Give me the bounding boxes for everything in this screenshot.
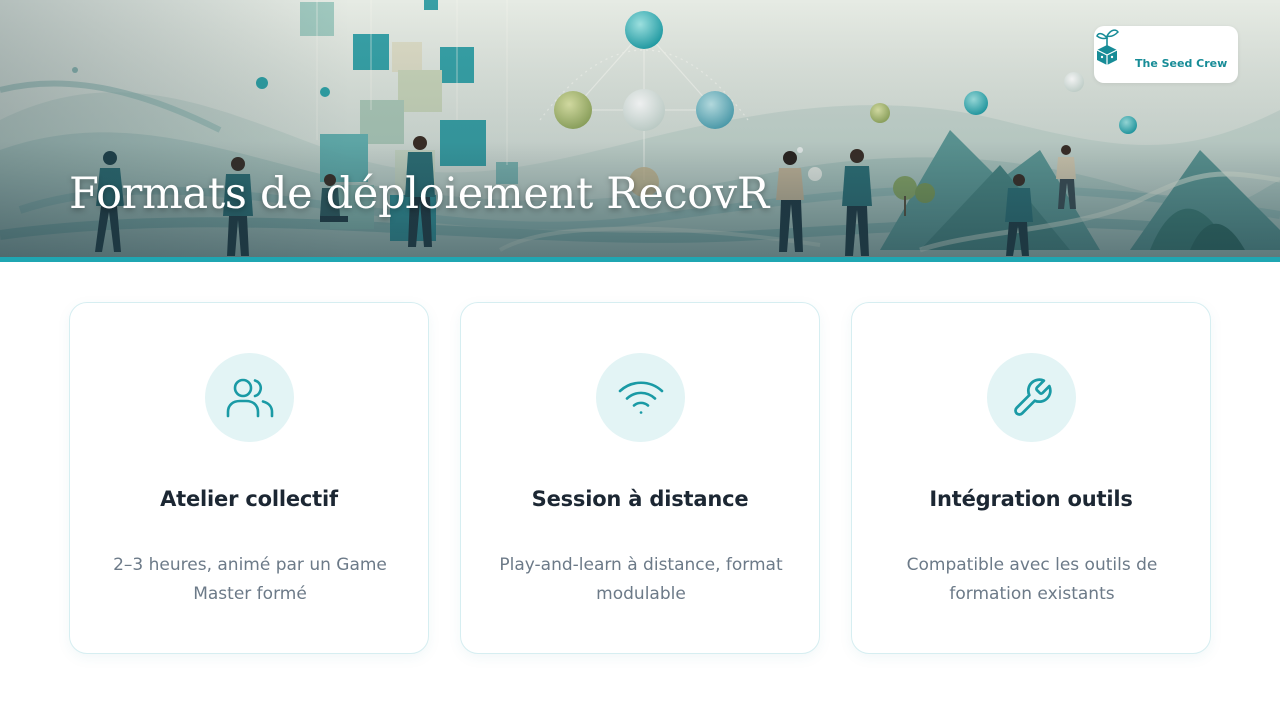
users-icon (226, 378, 273, 417)
seedling-cube-icon (1096, 29, 1119, 65)
card-description: Play-and-learn à distance, format modula… (499, 555, 783, 604)
brand-logo: The Seed Crew (1094, 26, 1238, 83)
format-card-integration: Intégration outils Compatible avec les o… (851, 302, 1211, 654)
format-card-atelier: Atelier collectif 2–3 heures, animé par … (69, 302, 429, 654)
card-description: 2–3 heures, animé par un Game Master for… (113, 555, 387, 604)
brand-name: The Seed Crew (1135, 57, 1228, 70)
page-title: Formats de déploiement RecovR (69, 169, 769, 219)
card-description: Compatible avec les outils de formation … (906, 555, 1158, 604)
card-icon-circle (596, 353, 685, 442)
wifi-icon (618, 380, 663, 414)
slide: Formats de déploiement RecovR The Seed C… (0, 0, 1280, 720)
card-title: Intégration outils (929, 487, 1133, 511)
wrench-icon (1013, 377, 1052, 416)
card-title: Session à distance (531, 487, 749, 511)
card-title: Atelier collectif (160, 487, 338, 511)
header-banner: Formats de déploiement RecovR The Seed C… (0, 0, 1280, 257)
format-card-remote: Session à distance Play-and-learn à dist… (460, 302, 820, 654)
card-icon-circle (205, 353, 294, 442)
banner-accent-rule (0, 257, 1280, 262)
card-icon-circle (987, 353, 1076, 442)
